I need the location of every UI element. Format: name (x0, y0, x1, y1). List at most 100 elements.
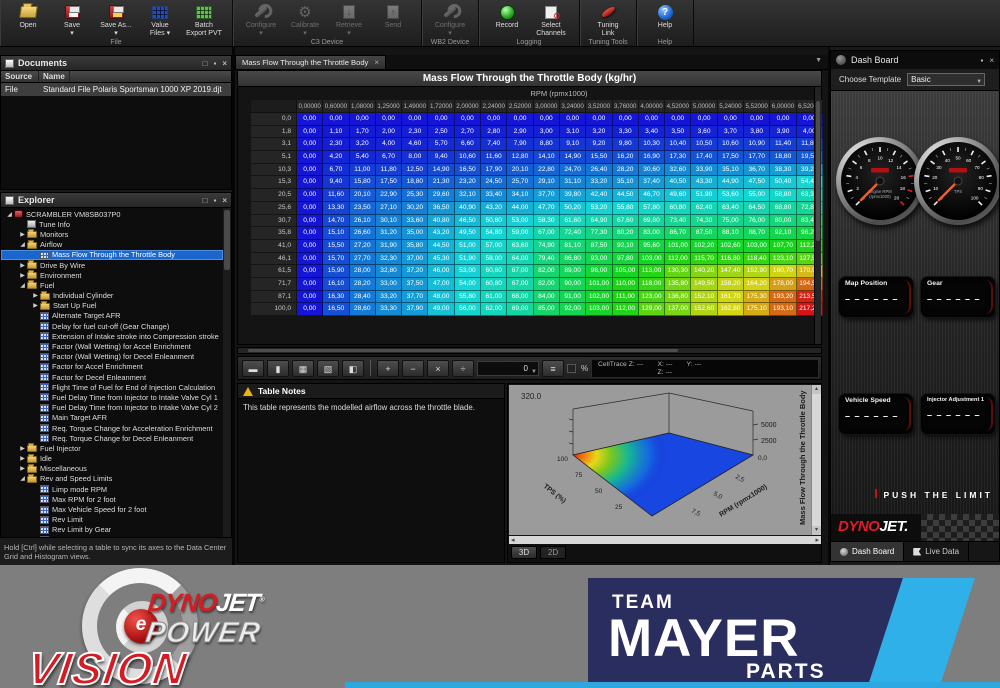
tree-item-monitors[interactable]: ▶Monitors (1, 229, 223, 239)
grid-cell[interactable]: 2,50 (428, 126, 454, 139)
grid-cell[interactable]: 46,70 (639, 189, 665, 202)
tree-item-rev-limit-by-gear[interactable]: Rev Limit by Gear (1, 525, 223, 535)
grid-cell[interactable]: 75,00 (718, 215, 744, 228)
grid-row-header[interactable]: 1,8 (251, 126, 297, 139)
grid-cell[interactable]: 28,20 (350, 278, 376, 291)
tree-item-max-vehicle-speed-for-2-foot[interactable]: Max Vehicle Speed for 2 foot (1, 504, 223, 514)
grid-cell[interactable]: 0,00 (507, 113, 533, 126)
grid-cell[interactable]: 33,20 (376, 291, 402, 304)
grid-cell[interactable]: 3,90 (770, 126, 796, 139)
tree-item-alternate-target-afr[interactable]: Alternate Target AFR (1, 311, 223, 321)
grid-cell[interactable]: 2,30 (323, 138, 349, 151)
grid-cell[interactable]: 90,00 (560, 278, 586, 291)
grid-cell[interactable]: 37,70 (534, 189, 560, 202)
grid-cell[interactable]: 67,60 (613, 215, 639, 228)
grid-cell[interactable]: 89,00 (560, 265, 586, 278)
grid-cell[interactable]: 92,10 (613, 240, 639, 253)
grid-cell[interactable]: 15,80 (350, 176, 376, 189)
document-row[interactable]: File Standard File Polaris Sportsman 100… (1, 83, 231, 96)
grid-cell[interactable]: 2,80 (481, 126, 507, 139)
grid-column-header[interactable]: 3,00000 (534, 100, 560, 113)
grid-cell[interactable]: 48,00 (428, 291, 454, 304)
grid-cell[interactable]: 3,80 (744, 126, 770, 139)
grid-cell[interactable]: 0,00 (297, 138, 323, 151)
grid-cell[interactable]: 4,00 (376, 138, 402, 151)
fill-down-button[interactable]: ▮ (267, 360, 289, 377)
grid-cell[interactable]: 2,30 (402, 126, 428, 139)
grid-cell[interactable]: 47,50 (744, 176, 770, 189)
grid-cell[interactable]: 137,00 (665, 303, 691, 316)
grid-cell[interactable]: 3,60 (691, 126, 717, 139)
grid-cell[interactable]: 103,00 (639, 253, 665, 266)
grid-cell[interactable]: 26,10 (350, 215, 376, 228)
grid-cell[interactable]: 37,50 (402, 278, 428, 291)
grid-cell[interactable]: 6,70 (376, 151, 402, 164)
grid-cell[interactable]: 67,00 (507, 265, 533, 278)
grid-cell[interactable]: 49,50 (455, 227, 481, 240)
grid-cell[interactable]: 63,60 (507, 240, 533, 253)
grid-cell[interactable]: 12,50 (402, 164, 428, 177)
grid-cell[interactable]: 69,00 (507, 303, 533, 316)
grid-row-header[interactable]: 71,7 (251, 278, 297, 291)
grid-cell[interactable]: 20,10 (507, 164, 533, 177)
grid-cell[interactable]: 10,40 (665, 138, 691, 151)
set-equal-button[interactable]: ▬ (242, 360, 264, 377)
grid-cell[interactable]: 14,10 (534, 151, 560, 164)
grid-cell[interactable]: 0,00 (297, 278, 323, 291)
grid-cell[interactable]: 5,40 (350, 151, 376, 164)
grid-cell[interactable]: 5,70 (428, 138, 454, 151)
grid-cell[interactable]: 12,80 (507, 151, 533, 164)
tree-item-rev-limit-by-temp[interactable]: Rev Limit by Temp (1, 535, 223, 537)
grid-column-header[interactable]: 1,25000 (376, 100, 402, 113)
grid-cell[interactable]: 58,30 (534, 215, 560, 228)
grid-cell[interactable]: 112,00 (665, 253, 691, 266)
grid-column-header[interactable]: 2,00000 (455, 100, 481, 113)
tree-item-tune-info[interactable]: Tune Info (1, 219, 223, 229)
grid-cell[interactable]: 32,80 (376, 265, 402, 278)
tree-item-fuel-injector[interactable]: ▶Fuel Injector (1, 443, 223, 453)
grid-cell[interactable]: 60,80 (481, 278, 507, 291)
grid-column-header[interactable]: 6,00000 (770, 100, 796, 113)
grid-cell[interactable]: 15,70 (323, 253, 349, 266)
tree-item-limp-mode-rpm[interactable]: Limp mode RPM (1, 484, 223, 494)
grid-cell[interactable]: 40,80 (428, 215, 454, 228)
grid-cell[interactable]: 43,30 (691, 176, 717, 189)
grid-cell[interactable]: 149,50 (691, 278, 717, 291)
toolbar-button-send[interactable]: ↑Send (371, 2, 415, 30)
grid-cell[interactable]: 115,70 (691, 253, 717, 266)
grid-cell[interactable]: 37,70 (402, 291, 428, 304)
template-select[interactable]: Basic▼ (907, 73, 985, 86)
grid-cell[interactable]: 36,70 (744, 164, 770, 177)
grid-cell[interactable]: 21,30 (428, 176, 454, 189)
grid-cell[interactable]: 147,40 (718, 265, 744, 278)
grid-cell[interactable]: 0,00 (297, 253, 323, 266)
grid-cell[interactable]: 102,60 (718, 240, 744, 253)
grid-cell[interactable]: 4,20 (323, 151, 349, 164)
grid-cell[interactable]: 74,90 (534, 240, 560, 253)
grid-cell[interactable]: 33,30 (376, 303, 402, 316)
tree-collapsed-arrow-icon[interactable]: ▶ (31, 292, 40, 299)
grid-cell[interactable]: 113,00 (639, 265, 665, 278)
grid-cell[interactable]: 37,40 (639, 176, 665, 189)
grid-cell[interactable]: 0,00 (770, 113, 796, 126)
grid-cell[interactable]: 0,00 (481, 113, 507, 126)
tree-item-rev-limit[interactable]: Rev Limit (1, 515, 223, 525)
grid-cell[interactable]: 67,00 (534, 227, 560, 240)
close-icon[interactable]: × (222, 196, 227, 205)
grid-cell[interactable]: 57,80 (639, 202, 665, 215)
grid-cell[interactable]: 84,00 (534, 291, 560, 304)
grid-cell[interactable]: 17,70 (744, 151, 770, 164)
toolbar-button-calibrate[interactable]: ⚙Calibrate ▾ (283, 2, 327, 38)
grid-cell[interactable]: 51,00 (455, 240, 481, 253)
add-button[interactable]: + (377, 360, 399, 377)
grid-cell[interactable]: 86,70 (665, 227, 691, 240)
tab-live-data[interactable]: Live Data (904, 542, 969, 561)
tree-item-drive-by-wire[interactable]: ▶Drive By Wire (1, 260, 223, 270)
grid-cell[interactable]: 29,10 (534, 176, 560, 189)
grid-cell[interactable]: 6,60 (455, 138, 481, 151)
left-splitter[interactable] (232, 47, 235, 565)
grid-cell[interactable]: 44,50 (428, 240, 454, 253)
grid-cell[interactable]: 152,60 (691, 303, 717, 316)
grid-cell[interactable]: 34,10 (507, 189, 533, 202)
multiply-button[interactable]: × (427, 360, 449, 377)
